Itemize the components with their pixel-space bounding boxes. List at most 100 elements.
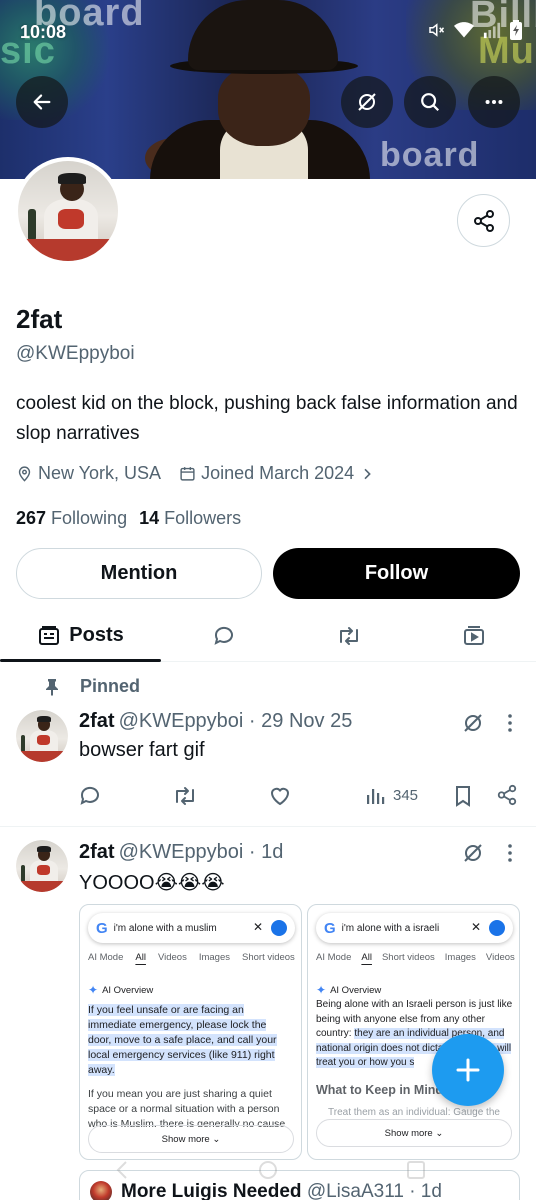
following-count: 267 (16, 508, 47, 528)
image-search-tabs: AI Mode All Short videos Images Videos (316, 952, 515, 963)
joined-date[interactable]: Joined March 2024 (179, 463, 375, 484)
plus-icon (456, 1058, 480, 1082)
post-header[interactable]: 2fat @KWEppyboi · 29 Nov 25 (79, 710, 352, 733)
reply-button[interactable] (78, 784, 102, 808)
sparkle-icon: ✦ (316, 983, 327, 997)
image-heading: What to Keep in Mind (316, 1083, 444, 1097)
mention-button[interactable]: Mention (16, 548, 262, 599)
post-author: 2fat (79, 841, 115, 863)
quote-meta: @LisaA311 · 1d (306, 1181, 442, 1200)
post-avatar[interactable] (16, 710, 68, 762)
location: New York, USA (16, 463, 161, 484)
location-text: New York, USA (38, 463, 162, 483)
back-button[interactable] (16, 76, 68, 128)
battery-icon (510, 20, 522, 40)
tab-posts-label: Posts (69, 624, 124, 646)
image-body-text: If you mean you are just sharing a quiet… (88, 1088, 286, 1127)
pin-icon (46, 678, 58, 696)
image-search-tabs: AI Mode All Videos Images Short videos (88, 952, 295, 963)
image-search-bar: G i'm alone with a muslim ✕ (88, 913, 295, 943)
signal-icon (483, 22, 501, 39)
post-header[interactable]: 2fat @KWEppyboi · 1d (79, 841, 283, 864)
wifi-icon (454, 22, 474, 38)
profile-name: 2fat (16, 304, 63, 334)
account-icon (271, 920, 287, 936)
heart-icon (270, 787, 290, 806)
post-more-button[interactable] (500, 713, 520, 738)
ai-overview-label: ✦ AI Overview (88, 983, 154, 997)
profile-handle: @KWEppyboi (16, 343, 135, 364)
more-horizontal-icon (485, 99, 503, 105)
close-icon: ✕ (252, 920, 263, 934)
follow-button[interactable]: Follow (273, 548, 520, 599)
video-icon (463, 625, 484, 645)
posts-icon (39, 625, 60, 645)
post-meta: @KWEppyboi · 1d (118, 841, 284, 863)
quote-avatar (90, 1181, 112, 1200)
grok-icon (358, 93, 376, 111)
post-more-button[interactable] (500, 843, 520, 868)
profile-avatar[interactable] (14, 157, 122, 265)
like-button[interactable] (268, 784, 292, 808)
following-label: Following (51, 508, 128, 528)
search-icon (421, 93, 440, 112)
reply-icon (214, 626, 233, 645)
share-profile-button[interactable] (457, 194, 510, 247)
tab-media[interactable] (411, 610, 536, 661)
views-button[interactable]: 345 (365, 784, 418, 806)
profile-bio: coolest kid on the block, pushing back f… (16, 393, 518, 444)
status-bar: 10:08 (0, 0, 536, 64)
post-meta: @KWEppyboi · 29 Nov 25 (118, 710, 353, 732)
image-search-bar: G i'm alone with a israeli ✕ (316, 913, 513, 943)
post-author: 2fat (79, 710, 115, 732)
mute-icon (429, 23, 445, 37)
share-button[interactable] (496, 784, 518, 806)
bookmark-icon (456, 786, 470, 807)
bar-chart-icon (367, 789, 385, 804)
ai-overview-label: ✦ AI Overview (316, 983, 382, 997)
post-avatar[interactable] (16, 840, 68, 892)
compose-button[interactable] (432, 1034, 504, 1106)
tab-posts[interactable]: Posts (0, 610, 161, 662)
more-options-button[interactable] (468, 76, 520, 128)
quote-header: More Luigis Needed @LisaA311 · 1d (121, 1181, 442, 1200)
more-vertical-icon (508, 844, 512, 862)
tab-replies[interactable] (161, 610, 286, 661)
post-divider (0, 826, 536, 827)
grok-button[interactable] (341, 76, 393, 128)
post-text: bowser fart gif (79, 739, 205, 761)
search-button[interactable] (404, 76, 456, 128)
post-image[interactable]: G i'm alone with a israeli ✕ AI Mode All… (307, 904, 520, 1160)
location-pin-icon (18, 466, 31, 482)
profile-meta: New York, USA Joined March 2024 (16, 463, 393, 484)
pinned-label: Pinned (80, 676, 141, 696)
post-grok-button[interactable] (461, 711, 485, 740)
quoted-post[interactable]: More Luigis Needed @LisaA311 · 1d (79, 1170, 520, 1200)
repost-button[interactable] (172, 784, 198, 808)
post-image[interactable]: G i'm alone with a muslim ✕ AI Mode All … (79, 904, 302, 1160)
followers-link[interactable]: 14 Followers (139, 508, 241, 529)
image-bullet: Treat them as an individual: Gauge the (328, 1107, 500, 1118)
followers-count: 14 (139, 508, 160, 528)
repost-icon (176, 787, 194, 805)
tab-reposts[interactable] (286, 610, 411, 661)
post-grok-button[interactable] (461, 841, 485, 870)
banner-text: board (380, 136, 480, 174)
followers-label: Followers (164, 508, 242, 528)
repost-icon (339, 626, 358, 645)
grok-icon (464, 844, 482, 862)
close-icon: ✕ (470, 920, 481, 934)
status-time: 10:08 (20, 22, 67, 42)
arrow-left-icon (33, 94, 51, 110)
account-icon (489, 920, 505, 936)
post-text: YOOOO😭😭😭 (79, 872, 225, 894)
chevron-right-icon (364, 468, 371, 479)
more-vertical-icon (508, 714, 512, 732)
bookmark-button[interactable] (452, 784, 474, 808)
quote-author: More Luigis Needed (121, 1181, 302, 1200)
profile-tabs: Posts (0, 610, 536, 662)
image-search-query: i'm alone with a israeli (341, 922, 440, 934)
following-link[interactable]: 267 Following (16, 508, 127, 529)
calendar-icon (180, 467, 195, 481)
sparkle-icon: ✦ (88, 983, 99, 997)
